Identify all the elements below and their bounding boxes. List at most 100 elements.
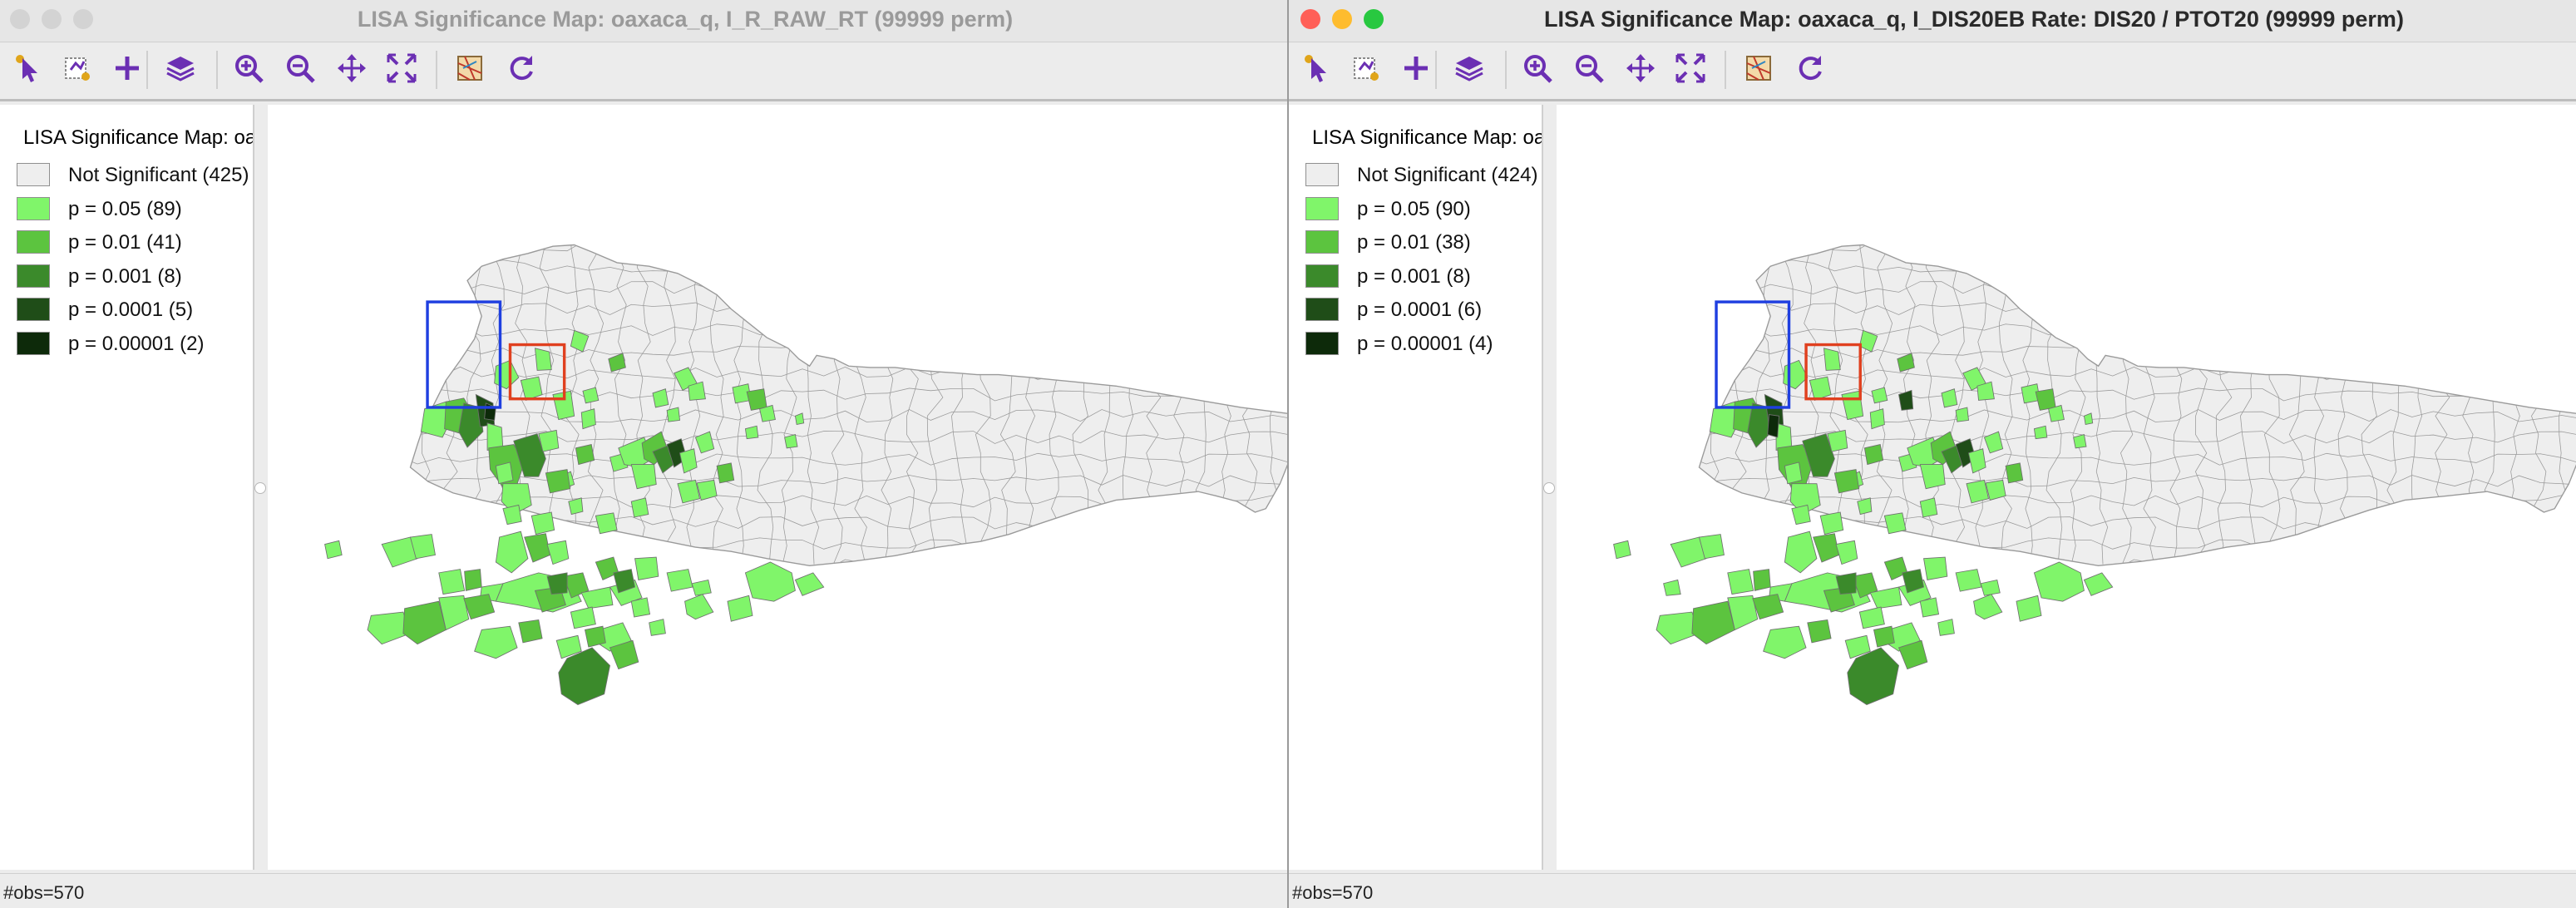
significant-municipality[interactable] bbox=[1784, 461, 1803, 485]
significant-municipality[interactable] bbox=[2016, 595, 2042, 622]
title-bar[interactable]: LISA Significance Map: oaxaca_q, I_DIS20… bbox=[1289, 0, 2576, 42]
significant-municipality[interactable] bbox=[474, 625, 518, 659]
significant-municipality[interactable] bbox=[1807, 619, 1832, 644]
full-extent-tool-button[interactable] bbox=[382, 51, 421, 89]
significant-municipality[interactable] bbox=[1727, 569, 1754, 595]
significant-municipality[interactable] bbox=[1823, 348, 1841, 371]
significant-municipality[interactable] bbox=[634, 556, 659, 580]
significant-municipality[interactable] bbox=[545, 469, 570, 494]
significant-municipality[interactable] bbox=[463, 594, 496, 620]
close-button[interactable] bbox=[10, 9, 30, 29]
significant-municipality[interactable] bbox=[691, 579, 712, 596]
significant-municipality[interactable] bbox=[630, 597, 651, 618]
significant-municipality[interactable] bbox=[1919, 597, 1940, 618]
zoom-in-tool-button[interactable] bbox=[229, 51, 268, 89]
significant-municipality[interactable] bbox=[1937, 619, 1955, 636]
significant-municipality[interactable] bbox=[630, 497, 649, 518]
splitter-handle[interactable] bbox=[254, 482, 266, 494]
significant-municipality[interactable] bbox=[570, 606, 596, 629]
significant-municipality[interactable] bbox=[744, 561, 796, 602]
significant-municipality[interactable] bbox=[1919, 497, 1938, 518]
splitter-handle[interactable] bbox=[1543, 482, 1555, 494]
zoom-out-tool-button[interactable] bbox=[1570, 51, 1608, 89]
significant-municipality[interactable] bbox=[2005, 462, 2024, 484]
significant-municipality[interactable] bbox=[502, 504, 522, 526]
significant-municipality[interactable] bbox=[649, 619, 666, 636]
add-tool-button[interactable] bbox=[1397, 51, 1435, 89]
significant-municipality[interactable] bbox=[1973, 594, 2003, 620]
significant-municipality[interactable] bbox=[524, 533, 550, 563]
significant-municipality[interactable] bbox=[1813, 533, 1839, 563]
select-pointer-tool-button[interactable] bbox=[10, 51, 48, 89]
significant-municipality[interactable] bbox=[666, 407, 681, 422]
significant-municipality[interactable] bbox=[1955, 569, 1982, 592]
significant-municipality[interactable] bbox=[1819, 511, 1844, 535]
significant-municipality[interactable] bbox=[1923, 556, 1948, 580]
map-window-right[interactable]: LISA Significance Map: oaxaca_q, I_DIS20… bbox=[1287, 0, 2576, 908]
refresh-tool-button[interactable] bbox=[1791, 51, 1829, 89]
map-style-tool-button[interactable] bbox=[1740, 51, 1778, 89]
significant-municipality[interactable] bbox=[546, 540, 570, 565]
significant-municipality[interactable] bbox=[1752, 594, 1784, 620]
layers-tool-button[interactable] bbox=[1450, 51, 1488, 89]
minimize-button[interactable] bbox=[1332, 9, 1352, 29]
pan-tool-button[interactable] bbox=[333, 51, 371, 89]
significant-municipality[interactable] bbox=[464, 569, 482, 591]
significant-municipality[interactable] bbox=[666, 569, 693, 592]
selection-shape-tool-button[interactable] bbox=[1347, 51, 1385, 89]
significant-municipality[interactable] bbox=[727, 595, 753, 622]
significant-municipality[interactable] bbox=[1835, 540, 1858, 565]
significant-municipality[interactable] bbox=[535, 348, 552, 371]
title-bar[interactable]: LISA Significance Map: oaxaca_q, I_R_RAW… bbox=[0, 0, 1287, 42]
legend-swatch bbox=[17, 196, 50, 220]
significant-municipality[interactable] bbox=[438, 569, 466, 595]
zoom-out-tool-button[interactable] bbox=[281, 51, 319, 89]
significant-municipality[interactable] bbox=[1691, 600, 1735, 645]
selection-shape-tool-button[interactable] bbox=[58, 51, 96, 89]
significant-municipality[interactable] bbox=[1791, 504, 1811, 526]
significant-municipality[interactable] bbox=[684, 594, 714, 620]
map-canvas[interactable] bbox=[268, 105, 1287, 870]
refresh-tool-button[interactable] bbox=[502, 51, 540, 89]
significant-municipality[interactable] bbox=[1763, 625, 1807, 659]
map-canvas[interactable] bbox=[1557, 105, 2576, 870]
layers-tool-button[interactable] bbox=[161, 51, 200, 89]
significant-municipality[interactable] bbox=[1833, 469, 1859, 494]
significant-municipality[interactable] bbox=[1883, 512, 1907, 535]
significant-municipality[interactable] bbox=[716, 462, 735, 484]
zoom-button[interactable] bbox=[73, 9, 93, 29]
zoom-in-tool-button[interactable] bbox=[1518, 51, 1557, 89]
lisa-map-svg[interactable] bbox=[1557, 105, 2576, 870]
significant-municipality[interactable] bbox=[784, 434, 798, 449]
lisa-map-svg[interactable] bbox=[268, 105, 1287, 870]
close-button[interactable] bbox=[1300, 9, 1320, 29]
full-extent-tool-button[interactable] bbox=[1671, 51, 1710, 89]
significant-municipality[interactable] bbox=[324, 540, 343, 560]
significant-municipality[interactable] bbox=[530, 511, 555, 535]
select-pointer-tool-button[interactable] bbox=[1299, 51, 1337, 89]
significant-municipality[interactable] bbox=[794, 572, 825, 596]
significant-municipality[interactable] bbox=[1858, 606, 1885, 629]
significant-municipality[interactable] bbox=[1784, 530, 1818, 574]
significant-municipality[interactable] bbox=[1767, 414, 1779, 438]
pan-tool-button[interactable] bbox=[1621, 51, 1660, 89]
toolbar-separator bbox=[216, 51, 218, 89]
significant-municipality[interactable] bbox=[1663, 579, 1681, 596]
significant-municipality[interactable] bbox=[2033, 561, 2085, 602]
map-window-left[interactable]: LISA Significance Map: oaxaca_q, I_R_RAW… bbox=[0, 0, 1287, 908]
significant-municipality[interactable] bbox=[2083, 572, 2114, 596]
significant-municipality[interactable] bbox=[1955, 407, 1970, 422]
significant-municipality[interactable] bbox=[2073, 434, 2087, 449]
minimize-button[interactable] bbox=[42, 9, 62, 29]
zoom-button[interactable] bbox=[1364, 9, 1384, 29]
map-style-tool-button[interactable] bbox=[451, 51, 489, 89]
significant-municipality[interactable] bbox=[518, 619, 543, 644]
add-tool-button[interactable] bbox=[108, 51, 146, 89]
significant-municipality[interactable] bbox=[595, 512, 618, 535]
significant-municipality[interactable] bbox=[402, 600, 447, 645]
significant-municipality[interactable] bbox=[1613, 540, 1631, 560]
significant-municipality[interactable] bbox=[495, 461, 514, 485]
significant-municipality[interactable] bbox=[1980, 579, 2001, 596]
significant-municipality[interactable] bbox=[495, 530, 529, 574]
significant-municipality[interactable] bbox=[1753, 569, 1771, 591]
